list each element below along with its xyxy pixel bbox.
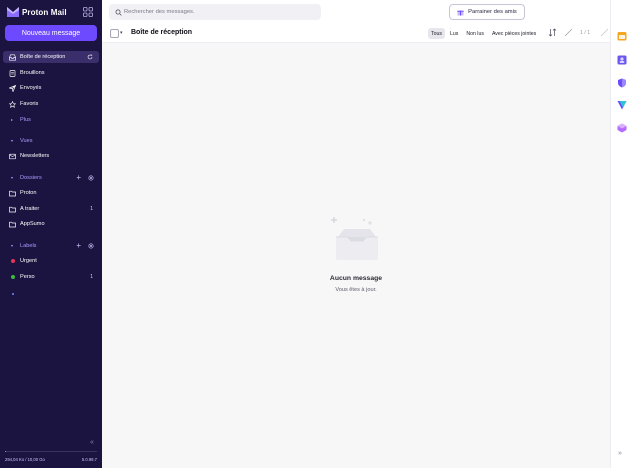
sidebar-item-newsletters[interactable]: Newsletters <box>3 150 99 162</box>
label-color-dot <box>12 293 14 295</box>
message-list: Aucun message Vous êtes à jour. <box>102 43 610 468</box>
gear-icon[interactable] <box>88 174 94 181</box>
unread-count: 1 <box>90 274 93 280</box>
select-dropdown-icon[interactable]: ▾ <box>120 30 123 36</box>
sidebar-item-label: Newsletters <box>20 153 50 159</box>
label-color-dot <box>10 275 15 279</box>
storage-used: 294,04 Ko <box>5 457 25 462</box>
inbox-icon <box>9 53 16 61</box>
filter-read[interactable]: Lus <box>447 28 461 39</box>
empty-state-subtitle: Vous êtes à jour. <box>335 287 377 293</box>
message-toolbar: ▾ Boîte de réception Tous Lus Non lus Av… <box>102 24 610 43</box>
chevron-down-icon: ▾ <box>11 243 14 248</box>
calendar-app-icon[interactable] <box>617 31 627 41</box>
add-folder-icon[interactable]: + <box>76 173 81 182</box>
storage-bar <box>5 451 97 452</box>
label-dot-icon <box>9 258 16 265</box>
brand-logo[interactable]: Proton Mail <box>7 6 67 18</box>
storage-usage[interactable]: 294,04 Ko / 10,00 Go <box>5 457 45 462</box>
refer-friends-label: Parrainer des amis <box>468 9 517 15</box>
section-folders[interactable]: ▾ Dossiers + <box>3 172 99 183</box>
section-label: Labels <box>20 242 37 249</box>
filter-unread[interactable]: Non lus <box>463 28 487 39</box>
sidebar-item-sent[interactable]: Envoyés <box>3 82 99 94</box>
section-views[interactable]: ▾ Vues <box>3 135 99 146</box>
search-input[interactable] <box>124 4 314 20</box>
sidebar-item-label-perso[interactable]: Perso 1 <box>3 271 99 283</box>
compose-button[interactable]: Nouveau message <box>5 25 97 41</box>
collapse-sidebar-icon[interactable]: « <box>90 439 94 446</box>
top-bar: Parrainer des amis F <box>102 0 629 24</box>
sidebar-item-label: A traiter <box>20 206 40 212</box>
search-icon <box>115 9 122 16</box>
section-labels[interactable]: ▾ Labels + <box>3 240 99 251</box>
sidebar-item-label: Brouillons <box>20 70 45 76</box>
label-more-dots <box>12 291 14 297</box>
sidebar-item-label: Urgent <box>20 258 37 264</box>
unread-count: 1 <box>90 206 93 212</box>
refer-friends-button[interactable]: Parrainer des amis <box>449 4 525 20</box>
newsletter-icon <box>9 153 16 159</box>
gift-icon <box>457 10 464 15</box>
search-bar[interactable] <box>109 4 321 20</box>
sidebar-item-folder-proton[interactable]: Proton <box>3 187 99 199</box>
folder-icon <box>9 221 16 227</box>
vpn-app-icon[interactable] <box>617 100 627 110</box>
drafts-icon <box>9 69 16 77</box>
label-dot-icon <box>9 274 16 281</box>
sidebar-item-label: Boîte de réception <box>20 54 66 60</box>
sidebar-item-label: Plus <box>20 116 31 123</box>
contacts-app-icon[interactable] <box>617 55 627 65</box>
chevron-right-icon: ▸ <box>11 117 14 122</box>
pass-app-icon[interactable] <box>617 78 627 88</box>
empty-inbox-illustration <box>331 217 378 260</box>
add-label-icon[interactable]: + <box>76 241 81 250</box>
chevron-down-icon: ▾ <box>11 175 14 180</box>
select-all-checkbox[interactable] <box>110 29 119 38</box>
sidebar-item-folder-a-traiter[interactable]: A traiter 1 <box>3 203 99 215</box>
proton-logo-icon <box>7 7 19 17</box>
empty-state-title: Aucun message <box>329 275 383 282</box>
sidebar: Proton Mail Nouveau message Boîte de réc… <box>0 0 102 468</box>
sidebar-item-drafts[interactable]: Brouillons <box>3 67 99 79</box>
star-icon <box>9 100 16 108</box>
app-drawer: » <box>610 0 632 468</box>
next-page-icon[interactable] <box>600 28 609 37</box>
sidebar-item-label: Perso <box>20 274 35 280</box>
filter-all[interactable]: Tous <box>428 28 445 39</box>
apps-grid-icon[interactable] <box>83 7 93 17</box>
sidebar-item-label: Favoris <box>20 101 39 107</box>
folder-icon <box>9 190 16 196</box>
sidebar-item-label: AppSumo <box>20 221 45 227</box>
label-color-dot <box>10 259 15 263</box>
pagination[interactable]: 1 / 1 <box>580 30 590 36</box>
gear-icon[interactable] <box>88 242 94 249</box>
expand-drawer-icon[interactable]: » <box>618 450 622 457</box>
folder-icon <box>9 206 16 212</box>
brand-name: Proton Mail <box>22 7 67 17</box>
storage-fill <box>5 451 6 452</box>
storage-total: 10,00 Go <box>27 457 45 462</box>
layout-icon[interactable] <box>564 28 573 37</box>
sidebar-item-inbox[interactable]: Boîte de réception <box>3 51 99 63</box>
sent-icon <box>9 84 16 92</box>
sidebar-item-label: Proton <box>20 190 37 196</box>
section-label: Dossiers <box>20 174 42 181</box>
sidebar-item-folder-appsumo[interactable]: AppSumo <box>3 218 99 230</box>
wallet-app-icon[interactable] <box>617 123 627 133</box>
sidebar-item-more[interactable]: ▸ Plus <box>3 114 99 125</box>
filter-attachments[interactable]: Avec pièces jointes <box>489 28 539 39</box>
chevron-down-icon: ▾ <box>11 138 14 143</box>
refresh-icon[interactable] <box>87 54 93 60</box>
section-label: Vues <box>20 137 33 144</box>
app-version[interactable]: 5.0.99.7 <box>82 457 97 462</box>
sort-icon[interactable] <box>548 28 557 37</box>
sidebar-item-starred[interactable]: Favoris <box>3 98 99 110</box>
sidebar-item-label-urgent[interactable]: Urgent <box>3 255 99 267</box>
sidebar-item-label: Envoyés <box>20 85 42 91</box>
filter-chips: Tous Lus Non lus Avec pièces jointes <box>428 28 539 39</box>
page-title: Boîte de réception <box>131 29 193 36</box>
